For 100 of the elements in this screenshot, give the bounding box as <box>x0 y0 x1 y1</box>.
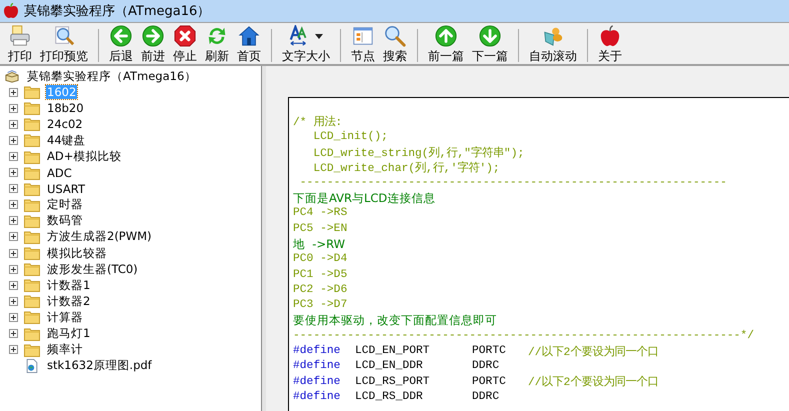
expand-icon[interactable] <box>9 104 18 113</box>
toolbar-button[interactable]: 首页 <box>233 25 265 64</box>
toolbar-button[interactable]: 刷新 <box>201 25 233 64</box>
code-value: DDRC <box>472 390 500 403</box>
code-line: 要使用本驱动，改变下面配置信息即可 <box>293 313 497 328</box>
folder-icon <box>24 133 40 148</box>
toolbar-button[interactable]: 关于 <box>594 25 626 64</box>
code-line: LCD_write_string(列,行,"字符串"); <box>312 145 524 160</box>
code-comment: //以下2个要设为同一个口 <box>528 344 658 359</box>
expand-icon[interactable] <box>9 120 18 129</box>
toolbar-button[interactable]: 停止 <box>169 25 201 64</box>
toolbar-button[interactable]: 打印预览 <box>36 25 92 64</box>
apple-icon <box>599 25 621 47</box>
code-line: --------------------------------------------------------------- <box>298 176 727 189</box>
code-comment: //以下2个要设为同一个口 <box>528 374 658 390</box>
toolbar-button[interactable]: 节点 <box>347 25 379 64</box>
folder-icon <box>24 262 40 276</box>
folder-icon <box>24 198 40 212</box>
print-preview-icon <box>53 25 75 47</box>
tree-item[interactable]: 计数器2 <box>46 294 92 309</box>
folder-icon <box>24 342 40 357</box>
expand-icon[interactable] <box>9 280 18 290</box>
code-value: PORTC <box>472 345 507 358</box>
expand-icon[interactable] <box>9 264 18 274</box>
code-line: PC0 ->D4 <box>293 253 348 266</box>
folder-icon <box>24 230 40 244</box>
folder-icon <box>24 294 40 308</box>
house-icon <box>238 25 260 47</box>
folder-icon <box>24 85 40 100</box>
tree-item[interactable]: 定时器 <box>46 197 84 212</box>
code-line: PC5 ->EN <box>293 222 348 235</box>
tree-item[interactable]: stk1632原理图.pdf <box>46 358 153 374</box>
folder-icon <box>24 117 40 132</box>
expand-icon[interactable] <box>9 329 18 338</box>
folder-icon <box>24 310 40 324</box>
tree-item[interactable]: 计算器 <box>46 310 84 325</box>
tree-item[interactable]: 44键盘 <box>46 132 87 148</box>
code-line: PC3 ->D7 <box>293 299 348 312</box>
expand-icon[interactable] <box>9 88 18 97</box>
tree-item[interactable]: 跑马灯1 <box>46 326 92 342</box>
refresh-icon <box>206 25 228 47</box>
code-line: 下面是AVR与LCD连接信息 <box>293 190 436 206</box>
expand-icon[interactable] <box>9 152 18 162</box>
tree-item[interactable]: 24c02 <box>46 117 84 132</box>
tree-item[interactable]: 数码管 <box>46 213 84 228</box>
code-identifier: LCD_RS_PORT <box>355 376 431 388</box>
toolbar-button[interactable]: 前一篇 <box>424 25 468 64</box>
code-value: PORTC <box>472 376 507 388</box>
expand-icon[interactable] <box>9 200 18 210</box>
expand-icon[interactable] <box>9 168 18 178</box>
document-icon <box>24 358 40 373</box>
code-line: LCD_init(); <box>312 130 388 143</box>
toolbar-button[interactable]: 文字大小 <box>278 25 334 64</box>
tree-item[interactable]: 18b20 <box>46 101 85 116</box>
folder-icon <box>24 150 40 164</box>
folder-icon <box>24 246 40 260</box>
toolbar-button[interactable]: 打印 <box>4 25 36 64</box>
toolbar-button[interactable]: 下一篇 <box>468 25 512 64</box>
folder-icon <box>24 214 40 228</box>
code-line: PC2 ->D6 <box>293 284 348 296</box>
code-identifier: LCD_EN_DDR <box>355 360 424 372</box>
code-identifier: LCD_RS_DDR <box>355 390 424 403</box>
code-keyword: #define <box>293 360 342 372</box>
tree-item[interactable]: AD+模拟比较 <box>46 149 122 164</box>
expand-icon[interactable] <box>9 248 18 258</box>
code-line: /* 用法: <box>293 114 342 130</box>
tree-item[interactable]: 频率计 <box>46 342 84 358</box>
expand-icon[interactable] <box>9 312 18 322</box>
toolbar-button[interactable]: 后退 <box>105 25 137 64</box>
tree-item[interactable]: 计数器1 <box>46 278 92 293</box>
folder-icon <box>24 101 40 116</box>
expand-icon[interactable] <box>9 184 18 194</box>
window-icon <box>352 25 374 47</box>
stop-icon <box>174 25 196 47</box>
folder-icon <box>24 166 40 180</box>
folder-icon <box>24 278 40 292</box>
toolbar-button[interactable]: 前进 <box>137 25 169 64</box>
tree-item[interactable]: 模拟比较器 <box>46 246 108 261</box>
tree-item[interactable]: ADC <box>46 166 73 180</box>
code-line: LCD_write_char(列,行,'字符'); <box>312 160 500 176</box>
tree-item[interactable]: 莫锦攀实验程序（ATmega16） <box>4 68 261 84</box>
code-keyword: #define <box>293 345 342 358</box>
code-line: PC4 ->RS <box>293 207 348 220</box>
code-identifier: LCD_EN_PORT <box>355 345 431 358</box>
expand-icon[interactable] <box>9 345 18 354</box>
expand-icon[interactable] <box>9 296 18 306</box>
tree-item[interactable]: USART <box>46 182 86 196</box>
code-keyword: #define <box>293 376 342 388</box>
expand-icon[interactable] <box>9 232 18 242</box>
toolbar-button[interactable]: 搜索 <box>379 25 411 64</box>
toolbar-button[interactable]: 自动滚动 <box>525 25 581 64</box>
reading-figure-icon <box>542 25 564 47</box>
tree-item[interactable]: 波形发生器(TC0) <box>46 262 139 277</box>
code-value: DDRC <box>472 360 500 372</box>
code-line: PC1 ->D5 <box>293 268 348 281</box>
search-icon <box>384 25 406 47</box>
tree-item[interactable]: 方波生成器2(PWM) <box>46 229 153 244</box>
expand-icon[interactable] <box>9 136 18 145</box>
code-line: 地 ->RW <box>293 236 345 252</box>
expand-icon[interactable] <box>9 216 18 226</box>
